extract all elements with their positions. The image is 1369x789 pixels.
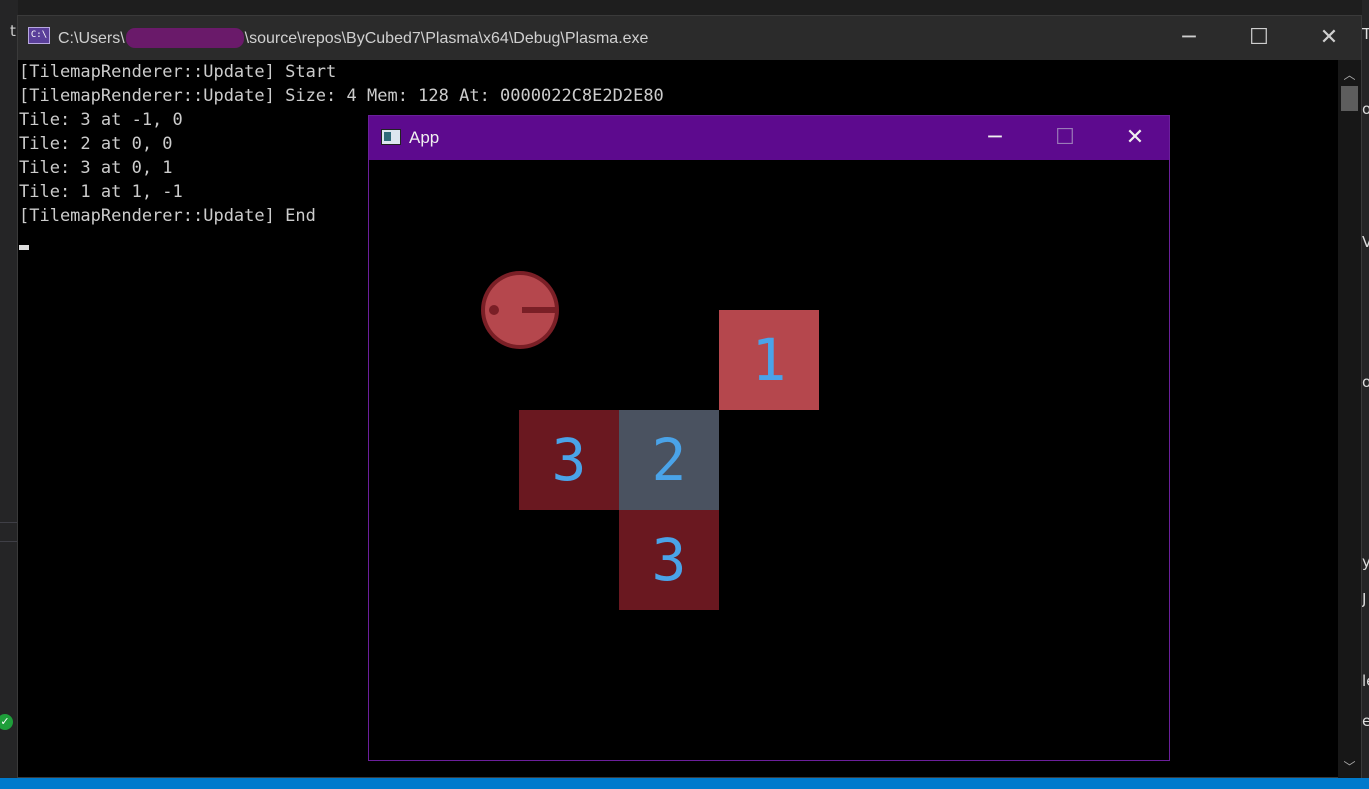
maximize-button[interactable]: ☐ [1224,16,1294,60]
close-button[interactable]: ✕ [1294,16,1364,60]
app-maximize-button[interactable]: ☐ [1030,116,1100,160]
text-cursor [19,245,29,250]
tile: 2 [619,410,719,510]
scroll-up-arrow-icon[interactable]: ︿ [1338,66,1361,84]
app-title-bar[interactable]: App ─ ☐ ✕ [369,116,1169,160]
console-title-path: \source\repos\ByCubed7\Plasma\x64\Debug\… [244,30,649,47]
background-ide-text-fragment: t [10,22,16,40]
minimize-button[interactable]: ─ [1154,16,1224,60]
app-window-title: App [409,128,440,147]
console-line: [TilemapRenderer::Update] Start [19,62,337,82]
tile: 1 [719,310,819,410]
tile: 3 [519,410,619,510]
background-ide-text-fragment: o [1362,373,1369,391]
background-ide-text-fragment: V [1362,233,1369,251]
background-ide-text-fragment: o [1362,100,1369,118]
background-ide-text-fragment: e [1362,712,1369,730]
console-title-prefix: C:\Users\ [58,30,125,47]
console-line: Tile: 3 at 0, 1 [19,158,173,178]
background-divider [0,522,18,523]
console-line: [TilemapRenderer::Update] End [19,206,316,226]
background-ide-right-panel [1362,0,1369,789]
background-ide-left-panel [0,0,18,789]
console-scrollbar[interactable]: ︿ ﹀ [1338,60,1361,778]
console-line: Tile: 3 at -1, 0 [19,110,183,130]
console-line: Tile: 2 at 0, 0 [19,134,173,154]
tile: 3 [619,510,719,610]
console-line: [TilemapRenderer::Update] Size: 4 Mem: 1… [19,86,664,106]
app-window: App ─ ☐ ✕ 1 3 2 3 [368,115,1170,761]
console-line: Tile: 1 at 1, -1 [19,182,183,202]
background-divider [0,541,18,542]
console-app-icon: C:\ [28,27,50,44]
console-window-title: C:\Users\ \source\repos\ByCubed7\Plasma\x… [58,28,648,48]
player-sprite [479,269,561,355]
status-bar [0,778,1369,789]
scrollbar-thumb[interactable] [1341,86,1358,111]
scroll-down-arrow-icon[interactable]: ﹀ [1338,758,1361,776]
redacted-username [125,28,244,48]
app-minimize-button[interactable]: ─ [960,116,1030,160]
background-ide-text-fragment: le [1362,672,1369,690]
console-title-bar[interactable]: C:\ C:\Users\ \source\repos\ByCubed7\Plas… [18,16,1361,60]
app-window-icon [381,129,401,145]
background-ide-text-fragment: J [1362,590,1367,608]
background-ide-text-fragment: y [1362,553,1369,571]
app-close-button[interactable]: ✕ [1100,116,1170,160]
